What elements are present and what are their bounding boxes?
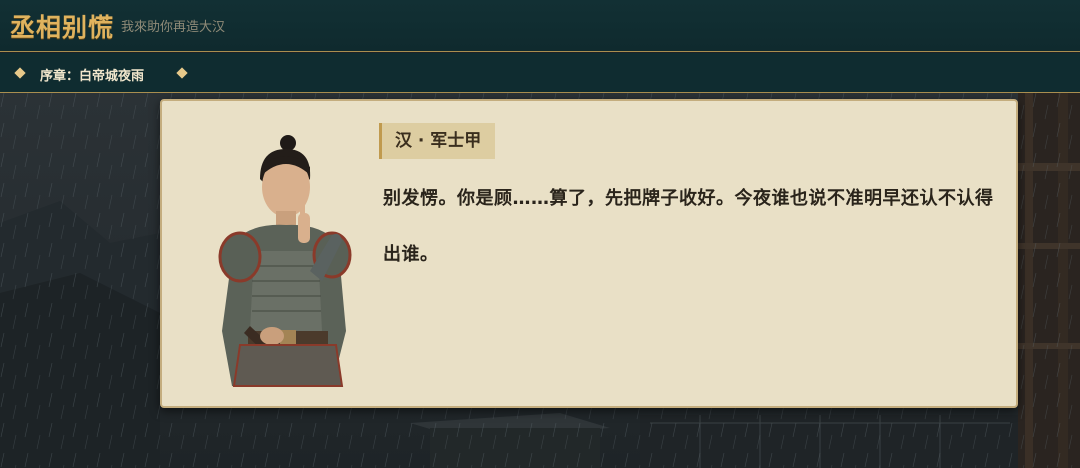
speaker-name: 汉 · 军士甲: [379, 123, 496, 159]
soldier-portrait: [218, 135, 352, 387]
dialog-text: 别发愣。你是顾……算了，先把牌子收好。今夜谁也说不准明早还认不认得出谁。: [383, 188, 994, 265]
game-subtitle: 我來助你再造大汉: [121, 20, 226, 35]
diamond-icon: [176, 67, 188, 79]
dialog-box[interactable]: 汉 · 军士甲 别发愣。你是顾……算了，先把牌子收好。今夜谁也说不准明早还认不认…: [160, 99, 1018, 408]
chapter-bar: 序章：白帝城夜雨: [0, 53, 1080, 93]
diamond-icon: [14, 67, 26, 79]
chapter-title: 序章：白帝城夜雨: [40, 69, 145, 84]
game-title: 丞相别慌: [10, 13, 115, 42]
top-header: 丞相别慌 我來助你再造大汉: [0, 0, 1080, 52]
